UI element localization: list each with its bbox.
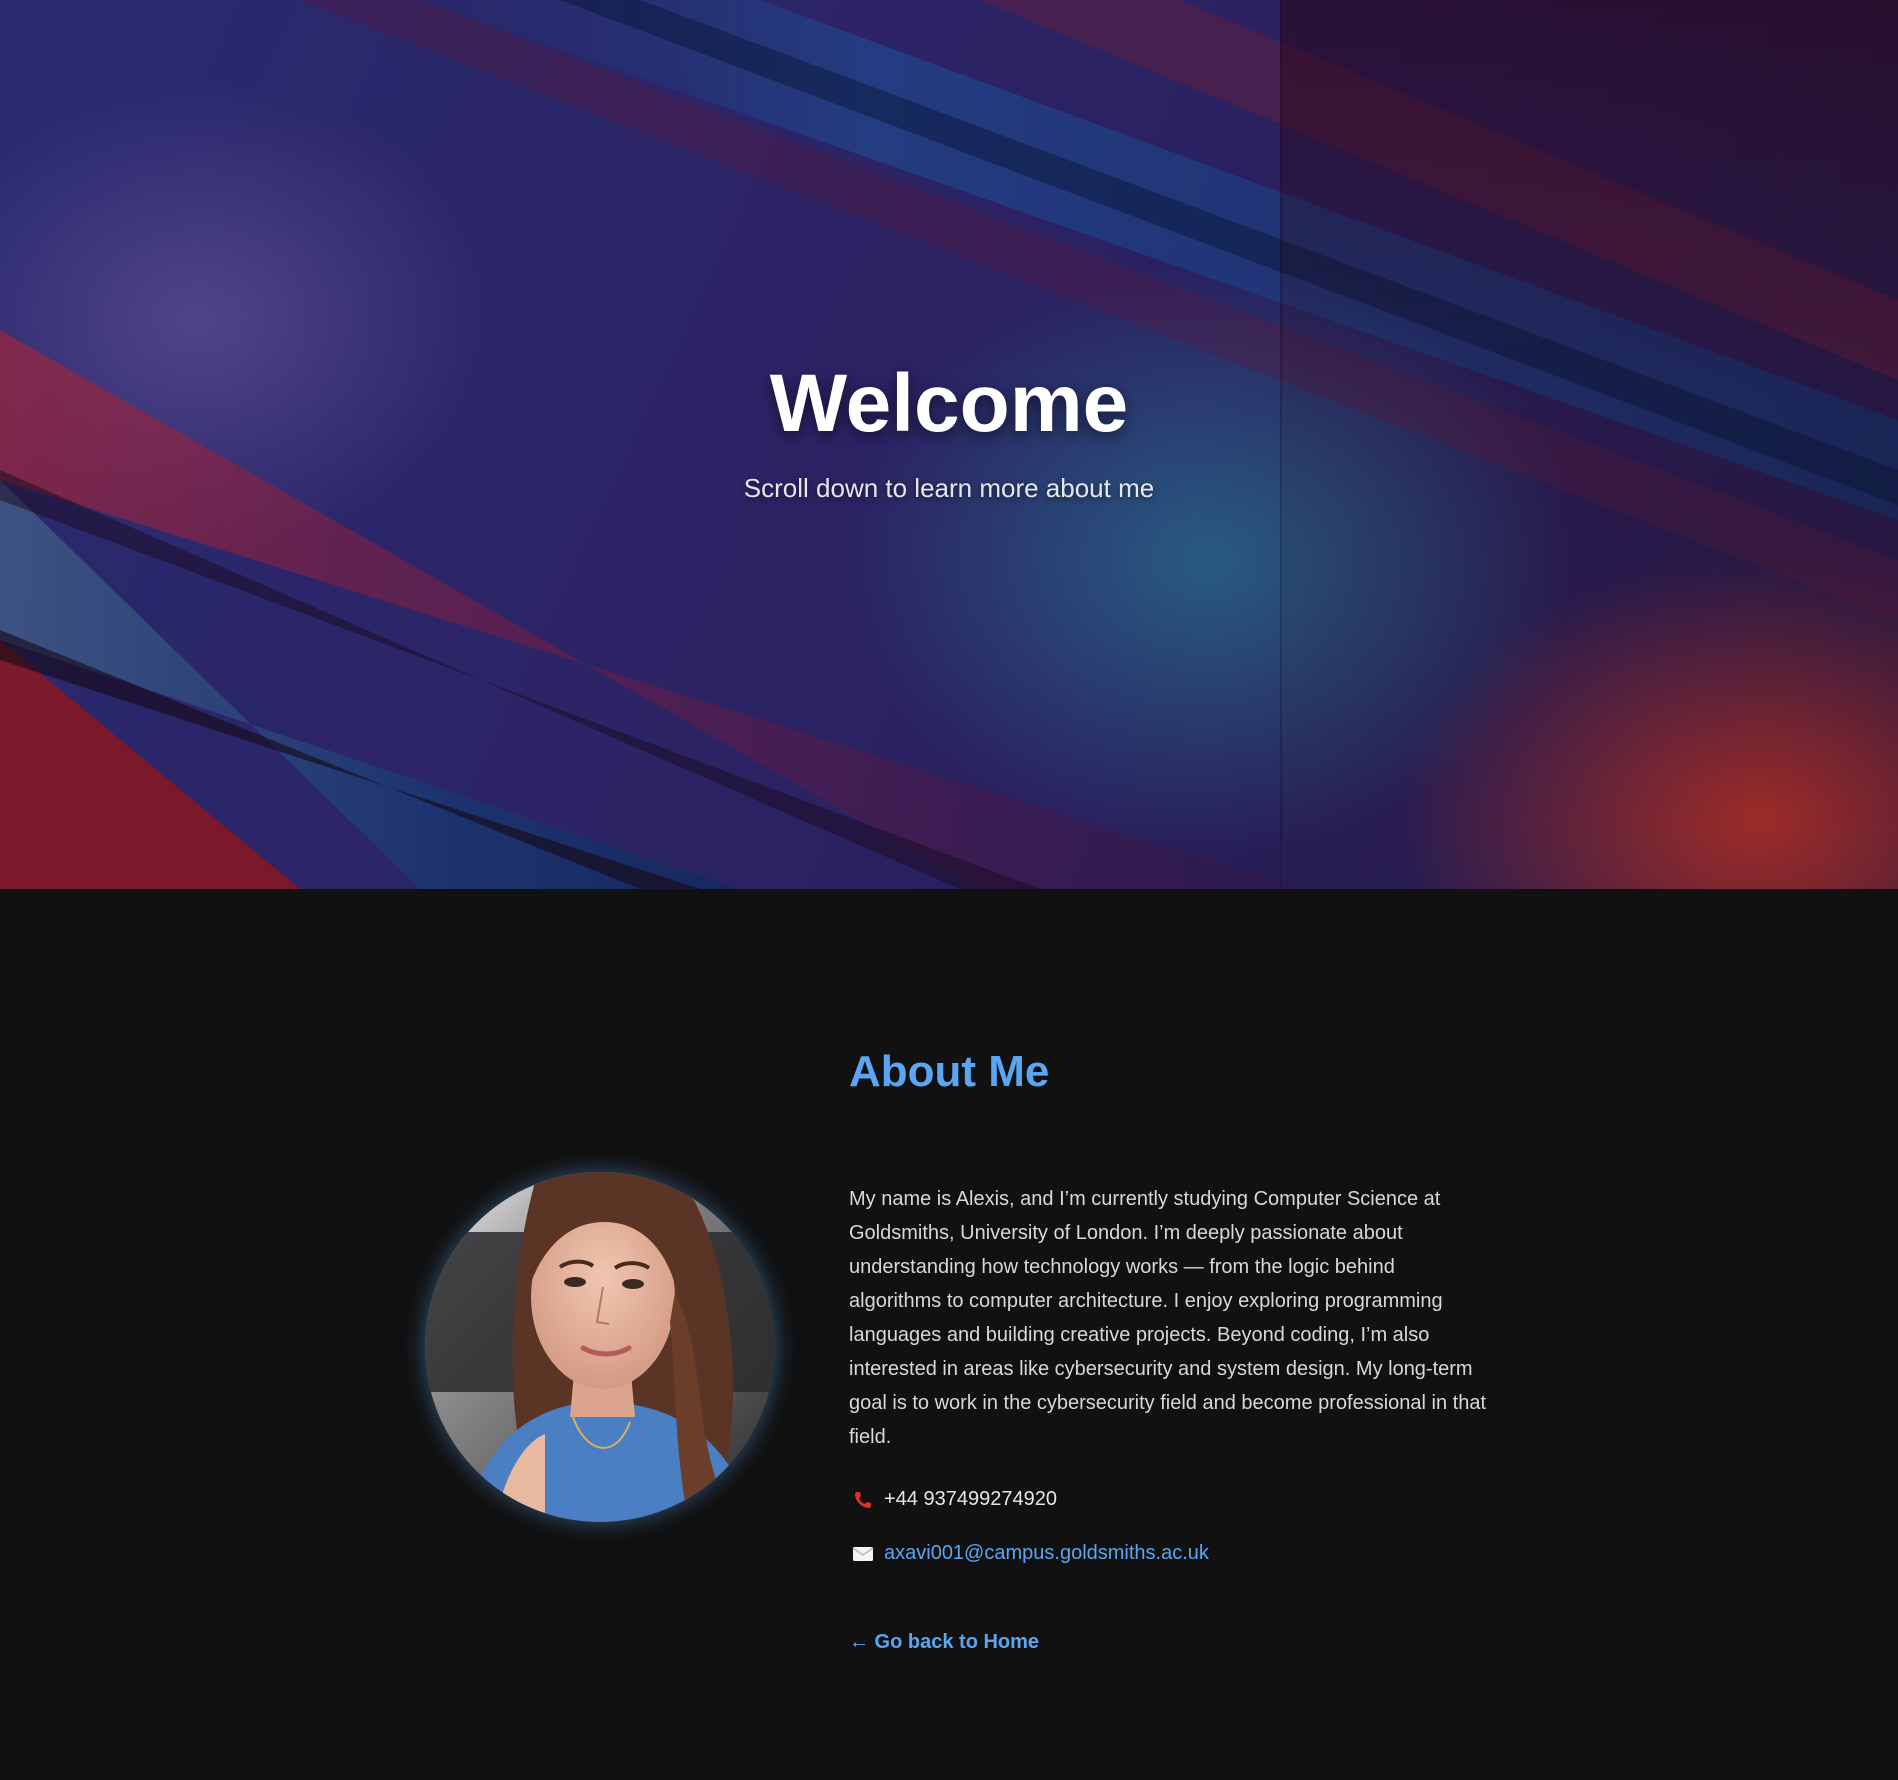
- bio-text: My name is Alexis, and I’m currently stu…: [849, 1188, 1487, 1448]
- email-link[interactable]: axavi001@campus.goldsmiths.ac.uk: [884, 1542, 1209, 1565]
- hero-title: Welcome: [769, 358, 1129, 449]
- hero-section: Welcome Scroll down to learn more about …: [0, 0, 1898, 889]
- envelope-icon: [852, 1543, 874, 1565]
- portrait-illustration: [425, 1172, 775, 1522]
- hero-content: Welcome Scroll down to learn more about …: [0, 355, 1898, 504]
- back-home-link[interactable]: ← Go back to Home: [849, 1631, 1039, 1654]
- contact-phone: +44 937499274920: [852, 1488, 1057, 1511]
- phone-icon: [852, 1489, 874, 1511]
- hero-subtitle: Scroll down to learn more about me: [743, 473, 1155, 503]
- contact-email: axavi001@campus.goldsmiths.ac.uk: [852, 1542, 1209, 1565]
- about-title: About Me: [849, 1047, 1050, 1096]
- profile-photo: [425, 1172, 775, 1522]
- phone-number: +44 937499274920: [884, 1488, 1057, 1510]
